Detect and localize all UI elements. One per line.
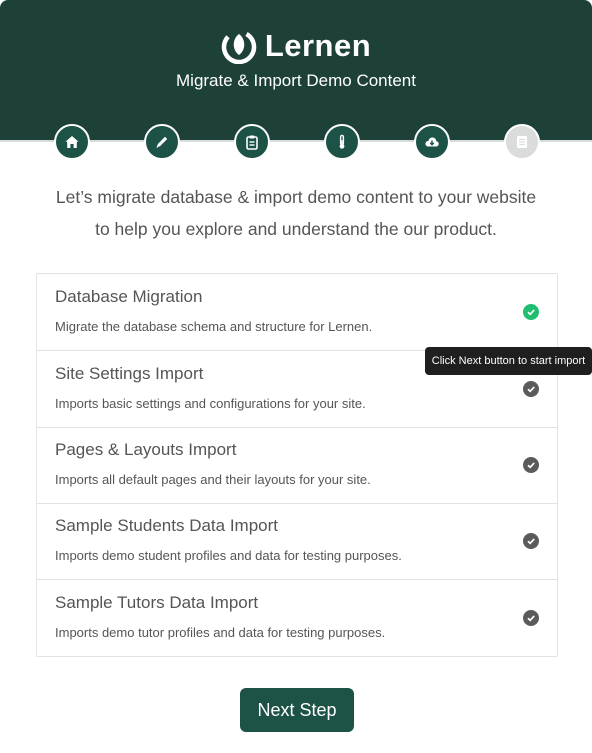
task-description: Imports demo student profiles and data f… (55, 548, 402, 563)
page-subtitle: Migrate & Import Demo Content (176, 71, 416, 90)
check-pending-icon (523, 610, 539, 626)
task-row-database-migration: Database Migration Migrate the database … (37, 274, 557, 351)
check-done-icon (523, 304, 539, 320)
step-home[interactable] (54, 124, 90, 160)
task-row-students-data: Sample Students Data Import Imports demo… (37, 503, 557, 580)
step-configure[interactable] (324, 124, 360, 160)
intro-line-2: to help you explore and understand the o… (95, 219, 497, 239)
import-task-list: Database Migration Migrate the database … (36, 273, 558, 657)
wizard-steps (0, 124, 592, 160)
step-edit[interactable] (144, 124, 180, 160)
task-description: Imports all default pages and their layo… (55, 472, 371, 487)
task-row-pages-layouts: Pages & Layouts Import Imports all defau… (37, 427, 557, 504)
step-import[interactable] (414, 124, 450, 160)
brand-name: Lernen (264, 28, 372, 63)
task-title: Database Migration (55, 287, 203, 306)
intro-text: Let’s migrate database & import demo con… (30, 181, 562, 245)
intro-line-1: Let’s migrate database & import demo con… (55, 187, 537, 207)
task-title: Pages & Layouts Import (55, 440, 237, 459)
task-title: Site Settings Import (55, 364, 204, 383)
thermometer-icon (339, 134, 345, 149)
cloud-download-icon (425, 137, 439, 147)
task-title: Sample Tutors Data Import (55, 593, 259, 612)
next-step-button[interactable]: Next Step (240, 688, 354, 732)
step-finish[interactable] (504, 124, 540, 160)
brand-logo: Lernen (0, 26, 592, 66)
home-icon (65, 136, 79, 148)
pencil-icon (156, 136, 168, 148)
check-pending-icon (523, 457, 539, 473)
header: Lernen Migrate & Import Demo Content (0, 0, 592, 142)
task-title: Sample Students Data Import (55, 516, 279, 535)
task-description: Imports demo tutor profiles and data for… (55, 625, 386, 640)
clipboard-icon (246, 135, 258, 150)
task-row-tutors-data: Sample Tutors Data Import Imports demo t… (37, 580, 557, 657)
step-details[interactable] (234, 124, 270, 160)
task-description: Migrate the database schema and structur… (55, 319, 373, 334)
lernen-logo-icon (221, 29, 257, 64)
task-description: Imports basic settings and configuration… (55, 396, 366, 411)
tooltip: Click Next button to start import (425, 347, 592, 375)
check-pending-icon (523, 381, 539, 397)
document-icon (517, 136, 527, 148)
check-pending-icon (523, 533, 539, 549)
